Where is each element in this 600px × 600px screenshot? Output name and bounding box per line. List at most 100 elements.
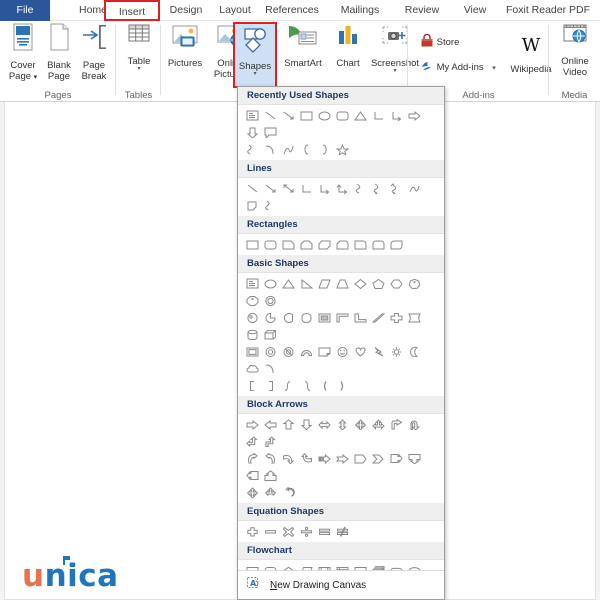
basic-l-shape[interactable] bbox=[351, 309, 369, 326]
shape-line[interactable] bbox=[261, 107, 279, 124]
equation-division[interactable] bbox=[297, 523, 315, 540]
basic-pie[interactable] bbox=[261, 309, 279, 326]
quad-arrow-callout[interactable] bbox=[243, 484, 261, 501]
basic-lightning-bolt[interactable] bbox=[369, 343, 387, 360]
shapes-caret-icon[interactable]: ▾ bbox=[235, 71, 275, 77]
basic-bevel[interactable] bbox=[243, 343, 261, 360]
shape-right-arrow[interactable] bbox=[405, 107, 423, 124]
rect-snip-same-side-corner[interactable] bbox=[297, 236, 315, 253]
basic-diagonal-stripe[interactable] bbox=[369, 309, 387, 326]
shape-elbow-arrow-connector[interactable] bbox=[387, 107, 405, 124]
arrow-left-up[interactable] bbox=[243, 433, 261, 450]
arrow-quad[interactable] bbox=[351, 416, 369, 433]
pictures-button[interactable]: Pictures bbox=[161, 23, 209, 69]
basic-donut[interactable] bbox=[261, 343, 279, 360]
basic-right-paren[interactable] bbox=[333, 377, 351, 394]
pentagon-arrow[interactable] bbox=[351, 450, 369, 467]
connector-elbow-double-arrow[interactable] bbox=[333, 180, 351, 197]
scribble[interactable] bbox=[261, 197, 279, 214]
connector-curved-arrow[interactable] bbox=[369, 180, 387, 197]
arrow-left-right[interactable] bbox=[315, 416, 333, 433]
line-plain[interactable] bbox=[243, 180, 261, 197]
cover-page-button[interactable]: Cover Page ▾ bbox=[4, 23, 42, 83]
basic-text-box[interactable] bbox=[243, 275, 261, 292]
basic-octagon[interactable] bbox=[243, 292, 261, 309]
arrow-notched-right[interactable] bbox=[333, 450, 351, 467]
store-button[interactable]: Store bbox=[420, 33, 459, 51]
shape-5-point-star[interactable] bbox=[333, 141, 351, 158]
arrow-u-turn[interactable] bbox=[405, 416, 423, 433]
connector-curved-double-arrow[interactable] bbox=[387, 180, 405, 197]
basic-decagon[interactable] bbox=[261, 292, 279, 309]
tab-design[interactable]: Design bbox=[163, 0, 209, 21]
basic-cross[interactable] bbox=[387, 309, 405, 326]
chevron[interactable] bbox=[369, 450, 387, 467]
down-arrow-callout[interactable] bbox=[405, 450, 423, 467]
shape-line-arrow[interactable] bbox=[279, 107, 297, 124]
shapes-gallery-dropdown[interactable]: Recently Used Shapes Lines Rectangles Ba… bbox=[237, 86, 445, 600]
equation-equal[interactable] bbox=[315, 523, 333, 540]
shapes-button[interactable]: Shapes ▾ bbox=[233, 22, 277, 88]
arrow-curved-right[interactable] bbox=[243, 450, 261, 467]
arrow-up[interactable] bbox=[279, 416, 297, 433]
chart-button[interactable]: Chart bbox=[329, 23, 367, 69]
basic-dodecagon[interactable] bbox=[243, 309, 261, 326]
basic-smiley-face[interactable] bbox=[333, 343, 351, 360]
blank-page-button[interactable]: Blank Page bbox=[43, 23, 75, 82]
basic-can[interactable] bbox=[243, 326, 261, 343]
basic-heart[interactable] bbox=[351, 343, 369, 360]
basic-diamond[interactable] bbox=[351, 275, 369, 292]
basic-pentagon[interactable] bbox=[369, 275, 387, 292]
equation-minus[interactable] bbox=[261, 523, 279, 540]
tab-review[interactable]: Review bbox=[398, 0, 446, 21]
tab-insert[interactable]: Insert bbox=[104, 0, 160, 21]
table-caret-icon[interactable]: ▾ bbox=[120, 66, 158, 72]
tab-foxit-reader-pdf[interactable]: Foxit Reader PDF bbox=[500, 0, 596, 21]
connector-curved[interactable] bbox=[351, 180, 369, 197]
left-right-arrow-callout[interactable] bbox=[261, 484, 279, 501]
arrow-curved-left[interactable] bbox=[261, 450, 279, 467]
basic-half-frame[interactable] bbox=[333, 309, 351, 326]
basic-heptagon[interactable] bbox=[405, 275, 423, 292]
shape-oval[interactable] bbox=[315, 107, 333, 124]
online-video-button[interactable]: Online Video bbox=[553, 23, 597, 78]
basic-folded-corner[interactable] bbox=[315, 343, 333, 360]
shape-right-brace[interactable] bbox=[315, 141, 333, 158]
right-arrow-callout[interactable] bbox=[387, 450, 405, 467]
circular-arrow[interactable] bbox=[279, 484, 297, 501]
tab-mailings[interactable]: Mailings bbox=[332, 0, 388, 21]
rect-round-same-side-corner[interactable] bbox=[369, 236, 387, 253]
shape-rounded-rectangle[interactable] bbox=[333, 107, 351, 124]
basic-trapezoid[interactable] bbox=[333, 275, 351, 292]
basic-left-brace-shape[interactable] bbox=[279, 377, 297, 394]
arrow-right[interactable] bbox=[243, 416, 261, 433]
basic-no-symbol[interactable] bbox=[279, 343, 297, 360]
rect-snip-single-corner[interactable] bbox=[279, 236, 297, 253]
basic-right-bracket[interactable] bbox=[261, 377, 279, 394]
basic-oval[interactable] bbox=[261, 275, 279, 292]
freeform-shape[interactable] bbox=[243, 197, 261, 214]
connector-elbow[interactable] bbox=[297, 180, 315, 197]
basic-moon[interactable] bbox=[405, 343, 423, 360]
basic-parallelogram[interactable] bbox=[315, 275, 333, 292]
equation-plus[interactable] bbox=[243, 523, 261, 540]
tab-file[interactable]: File bbox=[0, 0, 50, 21]
equation-multiply[interactable] bbox=[279, 523, 297, 540]
shape-left-brace[interactable] bbox=[297, 141, 315, 158]
basic-arc-shape[interactable] bbox=[261, 360, 279, 377]
shape-textbox[interactable] bbox=[243, 107, 261, 124]
basic-triangle[interactable] bbox=[279, 275, 297, 292]
basic-chord[interactable] bbox=[279, 309, 297, 326]
arrow-striped-right[interactable] bbox=[315, 450, 333, 467]
rect-round-diagonal-corner[interactable] bbox=[387, 236, 405, 253]
arrow-left-right-up[interactable] bbox=[369, 416, 387, 433]
tab-layout[interactable]: Layout bbox=[212, 0, 258, 21]
shape-arc[interactable] bbox=[261, 141, 279, 158]
equation-not-equal[interactable] bbox=[333, 523, 351, 540]
page-break-button[interactable]: Page Break bbox=[76, 23, 112, 82]
arrow-curved-down[interactable] bbox=[297, 450, 315, 467]
rect-snip-and-round-corner[interactable] bbox=[333, 236, 351, 253]
basic-hexagon[interactable] bbox=[387, 275, 405, 292]
smartart-button[interactable]: SmartArt bbox=[278, 23, 328, 69]
up-arrow-callout[interactable] bbox=[261, 467, 279, 484]
